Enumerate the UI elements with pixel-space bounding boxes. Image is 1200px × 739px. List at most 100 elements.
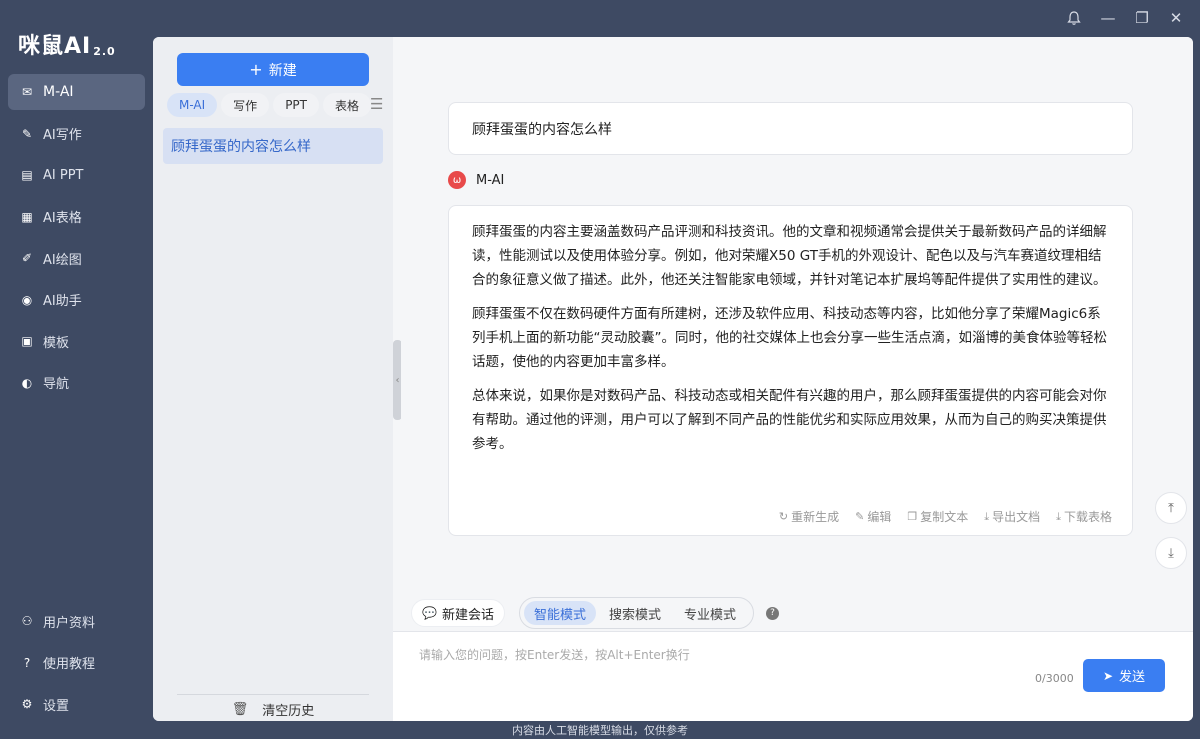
arrow-up-icon: ⤒ — [1168, 500, 1174, 516]
char-counter: 0/3000 — [1035, 672, 1074, 685]
new-chat-label: 新建会话 — [441, 607, 494, 623]
action-label: 编辑 — [867, 510, 892, 524]
plus-icon: + — [249, 60, 263, 79]
arrow-down-icon: ⤓ — [1168, 545, 1174, 561]
history-tab[interactable]: 表格 — [323, 93, 372, 117]
writing-icon: ✎ — [21, 126, 33, 141]
scroll-up-button[interactable]: ⤒ — [1155, 492, 1187, 524]
history-item[interactable]: 顾拜蛋蛋的内容怎么样 — [163, 128, 383, 164]
question-input[interactable] — [419, 646, 1039, 670]
footer-disclaimer: 内容由人工智能模型输出，仅供参考 — [512, 724, 688, 737]
action-refresh-button[interactable]: ↻ 重新生成 — [779, 508, 839, 525]
minimize-button[interactable]: — — [1098, 6, 1118, 30]
sidebar-item-label: AI PPT — [43, 167, 84, 183]
ai-paragraph: 顾拜蛋蛋不仅在数码硬件方面有所建树，还涉及软件应用、科技动态等内容，比如他分享了… — [472, 306, 1107, 370]
history-tabs: M-AI 写作 PPT 表格 — [167, 93, 387, 117]
ai-paragraph: 总体来说，如果你是对数码产品、科技动态或相关配件有兴趣的用户，那么顾拜蛋蛋提供的… — [472, 388, 1107, 452]
sidebar-item-label: 导航 — [43, 377, 70, 392]
ai-paragraph: 顾拜蛋蛋的内容主要涵盖数码产品评测和科技资讯。他的文章和视频通常会提供关于最新数… — [472, 224, 1107, 288]
chat-area: 顾拜蛋蛋的内容怎么样 ω M-AI 顾拜蛋蛋的内容主要涵盖数码产品评测和科技资讯… — [401, 37, 1193, 631]
ai-message-body: 顾拜蛋蛋的内容主要涵盖数码产品评测和科技资讯。他的文章和视频通常会提供关于最新数… — [449, 206, 1132, 456]
mode-option[interactable]: 专业模式 — [674, 601, 746, 625]
bottom-nav: ⚇ 用户资料? 使用教程 ⚙ 设置 — [8, 603, 145, 728]
assistant-icon: ◉ — [21, 292, 33, 307]
action-download-button[interactable]: ⤓ 下载表格 — [1056, 508, 1112, 525]
sidebar-item-label: AI绘图 — [43, 252, 82, 268]
action-label: 重新生成 — [791, 510, 840, 524]
app-logo: 咪鼠AI 2.0 — [18, 28, 116, 60]
sidebar-item[interactable]: ▣ 模板 — [8, 323, 145, 359]
copy-icon: ❐ — [907, 510, 918, 523]
send-button[interactable]: ➤ 发送 — [1083, 659, 1165, 692]
close-button[interactable]: ✕ — [1166, 6, 1186, 30]
action-edit-button[interactable]: ✎ 编辑 — [855, 508, 891, 525]
template-icon: ▣ — [21, 334, 33, 348]
send-label: 发送 — [1119, 670, 1146, 685]
gear-icon: ⚙ — [21, 697, 33, 711]
input-area: 0/3000 ➤ 发送 — [393, 631, 1193, 721]
ppt-icon: ▤ — [21, 168, 33, 182]
ai-sender: ω M-AI — [448, 171, 504, 189]
user-icon: ⚇ — [21, 614, 33, 628]
mode-bar: 💬 新建会话 智能模式 搜索模式 专业模式 ? — [411, 597, 780, 629]
ai-message: 顾拜蛋蛋的内容主要涵盖数码产品评测和科技资讯。他的文章和视频通常会提供关于最新数… — [448, 205, 1133, 536]
mode-switch: 智能模式 搜索模式 专业模式 — [518, 597, 755, 629]
sidebar-item[interactable]: ✉ M-AI — [8, 74, 145, 110]
logo-text: 咪鼠AI — [18, 34, 92, 59]
message-actions: ↻ 重新生成 ✎ 编辑 ❐ 复制文本 ⤓ 导出文档 ⤓ 下载表格 — [779, 508, 1112, 525]
mode-option[interactable]: 智能模式 — [523, 601, 596, 625]
history-tab[interactable]: PPT — [273, 93, 319, 117]
send-icon: ➤ — [1102, 668, 1114, 683]
clear-history-button[interactable]: 🗑 清空历史 — [153, 699, 393, 719]
action-label: 导出文档 — [992, 510, 1041, 524]
bottom-nav-item-label: 设置 — [43, 698, 70, 714]
user-message: 顾拜蛋蛋的内容怎么样 — [448, 102, 1133, 155]
navigation-icon: ◐ — [21, 375, 33, 390]
chevron-left-icon: ‹ — [395, 374, 400, 386]
restore-button[interactable]: ❐ — [1132, 6, 1152, 30]
sidebar-item[interactable]: ▤ AI PPT — [8, 157, 145, 193]
new-button[interactable]: + 新建 — [177, 53, 369, 86]
chat-bubble-icon: 💬 — [422, 606, 437, 620]
refresh-icon: ↻ — [778, 510, 789, 523]
action-export-button[interactable]: ⤓ 导出文档 — [984, 508, 1040, 525]
sidebar-item[interactable]: ◐ 导航 — [8, 365, 145, 401]
drawing-icon: ✐ — [21, 251, 33, 265]
action-copy-button[interactable]: ❐ 复制文本 — [907, 508, 968, 525]
history-tab[interactable]: 写作 — [221, 93, 270, 117]
new-chat-button[interactable]: 💬 新建会话 — [411, 599, 505, 627]
bottom-nav-item[interactable]: ⚇ 用户资料 — [8, 603, 145, 639]
new-button-label: 新建 — [268, 62, 297, 79]
mouse-logo-icon: ω — [448, 171, 466, 189]
sidebar-item[interactable]: ✐ AI绘图 — [8, 240, 145, 276]
sidebar-item[interactable]: ◉ AI助手 — [8, 282, 145, 318]
bell-icon[interactable] — [1064, 6, 1084, 30]
sidebar-item-label: AI写作 — [43, 128, 82, 143]
sidebar-item-label: AI表格 — [43, 211, 82, 226]
bottom-nav-item[interactable]: ⚙ 设置 — [8, 686, 145, 722]
bottom-nav-item-label: 使用教程 — [43, 657, 96, 672]
sidebar-item-label: 模板 — [43, 335, 70, 351]
edit-icon: ✎ — [855, 510, 865, 523]
scroll-down-button[interactable]: ⤓ — [1155, 537, 1187, 569]
action-label: 复制文本 — [920, 510, 969, 524]
chat-icon: ✉ — [21, 85, 33, 99]
mode-option[interactable]: 搜索模式 — [599, 601, 671, 625]
trash-icon: 🗑 — [231, 701, 249, 717]
clear-history-label: 清空历史 — [262, 703, 315, 719]
sidebar-item[interactable]: ✎ AI写作 — [8, 116, 145, 152]
table-icon: ▦ — [21, 209, 33, 224]
history-tab[interactable]: M-AI — [167, 93, 218, 117]
download-icon: ⤓ — [1056, 509, 1061, 523]
history-panel: + 新建 M-AI 写作 PPT 表格 ☰ 顾拜蛋蛋的内容怎么样 🗑 清空历史 — [153, 37, 393, 721]
main-panel: + 新建 M-AI 写作 PPT 表格 ☰ 顾拜蛋蛋的内容怎么样 🗑 清空历史 ‹ 顾… — [153, 37, 1193, 721]
menu-icon[interactable]: ☰ — [370, 95, 383, 113]
ai-name-label: M-AI — [476, 172, 505, 188]
bottom-nav-item[interactable]: ? 使用教程 — [8, 645, 145, 681]
sidebar-item[interactable]: ▦ AI表格 — [8, 199, 145, 235]
help-icon: ? — [23, 655, 31, 670]
sidebar-item-label: M-AI — [43, 84, 74, 100]
bottom-nav-item-label: 用户资料 — [43, 615, 96, 631]
question-icon[interactable]: ? — [766, 606, 780, 620]
window-controls: — ❐ ✕ — [1064, 6, 1186, 30]
